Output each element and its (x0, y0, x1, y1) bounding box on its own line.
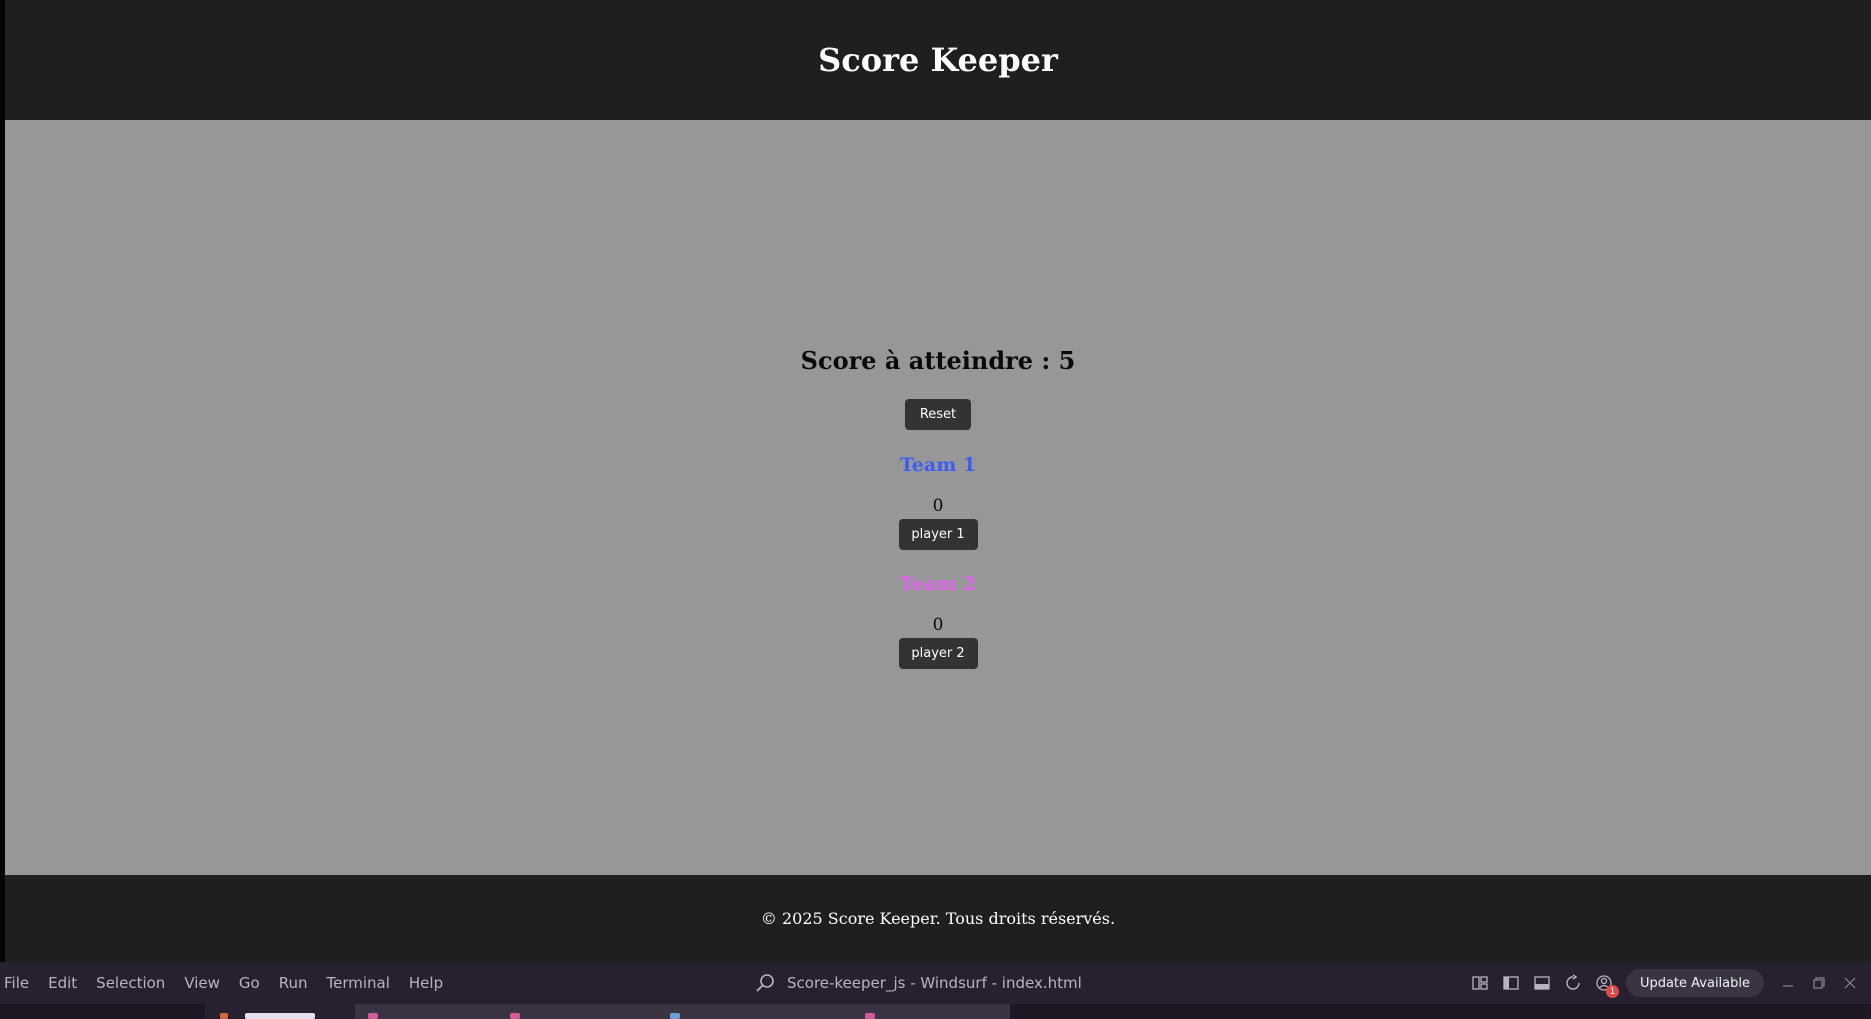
menu-terminal[interactable]: Terminal (327, 974, 400, 992)
team2-name: Team 2 (899, 573, 977, 595)
footer-copyright: © 2025 Score Keeper. Tous droits réservé… (760, 909, 1116, 928)
menu-view[interactable]: View (184, 974, 230, 992)
minimize-icon[interactable] (1778, 973, 1798, 993)
tab-file-icon (220, 1013, 228, 1019)
site-header: Score Keeper (5, 0, 1871, 120)
layout-icon[interactable] (1469, 972, 1491, 994)
restore-icon[interactable] (1809, 973, 1829, 993)
sidebar-toggle-icon[interactable] (1500, 972, 1522, 994)
menu-file[interactable]: File (4, 974, 39, 992)
notification-badge: 1 (1605, 985, 1619, 998)
team2-score: 0 (932, 615, 944, 635)
site-footer: © 2025 Score Keeper. Tous droits réservé… (5, 875, 1871, 962)
player2-button[interactable]: player 2 (898, 638, 978, 669)
tab-file-icon (670, 1013, 680, 1019)
ide-menu: File Edit Selection View Go Run Terminal… (0, 974, 462, 992)
tab-file-icon (368, 1013, 378, 1019)
team1-name: Team 1 (899, 454, 977, 476)
update-available-button[interactable]: Update Available (1625, 969, 1764, 997)
menu-edit[interactable]: Edit (48, 974, 87, 992)
score-panel: Score à atteindre : 5 Reset Team 1 0 pla… (5, 346, 1871, 669)
menu-selection[interactable]: Selection (96, 974, 175, 992)
target-score-heading: Score à atteindre : 5 (800, 346, 1076, 375)
sync-icon[interactable] (1562, 972, 1584, 994)
menu-help[interactable]: Help (409, 974, 453, 992)
menu-run[interactable]: Run (279, 974, 318, 992)
player1-button[interactable]: player 1 (898, 519, 978, 550)
panel-toggle-icon[interactable] (1531, 972, 1553, 994)
page-title: Score Keeper (818, 41, 1058, 79)
window-title: Score-keeper_js - Windsurf - index.html (787, 974, 1082, 992)
close-icon[interactable] (1840, 973, 1860, 993)
menu-go[interactable]: Go (239, 974, 270, 992)
title-bar-actions: 1 Update Available (1469, 962, 1871, 1004)
reset-button[interactable]: Reset (905, 399, 971, 430)
tab-file-icon (510, 1013, 520, 1019)
editor-tab-strip (0, 1004, 1871, 1019)
main-content: Score à atteindre : 5 Reset Team 1 0 pla… (5, 120, 1871, 875)
tab-file-icon (865, 1013, 875, 1019)
command-center[interactable]: Score-keeper_js - Windsurf - index.html (755, 962, 1082, 1004)
search-icon (755, 973, 775, 993)
tab-label-fragment (245, 1013, 315, 1019)
ide-title-bar: File Edit Selection View Go Run Terminal… (0, 962, 1871, 1004)
team1-score: 0 (932, 496, 944, 516)
account-icon[interactable]: 1 (1593, 972, 1619, 998)
